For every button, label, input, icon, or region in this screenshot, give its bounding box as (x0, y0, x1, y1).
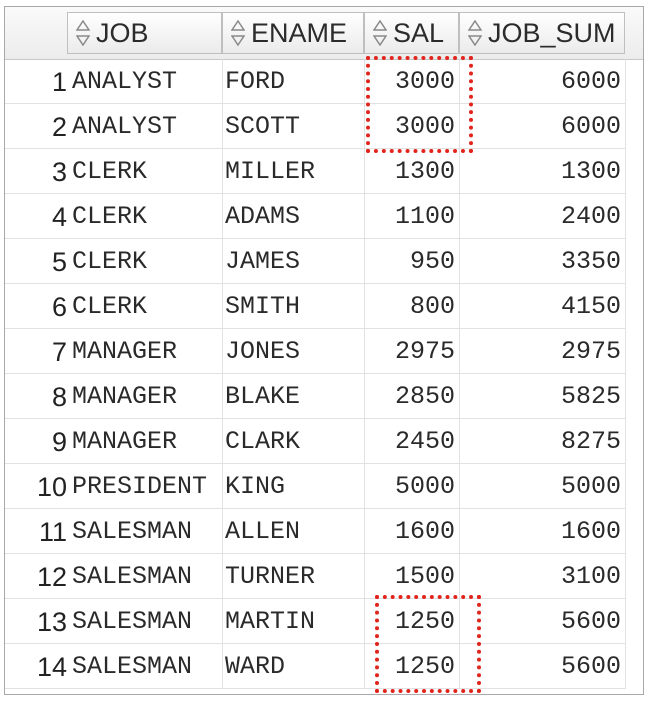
row-number: 13 (5, 599, 70, 644)
cell-ename[interactable]: MILLER (223, 149, 365, 194)
cell-job-sum[interactable]: 5600 (460, 644, 626, 689)
cell-job[interactable]: CLERK (70, 194, 223, 239)
cell-job-sum[interactable]: 5825 (460, 374, 626, 419)
cell-job[interactable]: CLERK (70, 149, 223, 194)
cell-job[interactable]: CLERK (70, 239, 223, 284)
table-row[interactable]: 7 MANAGER JONES 2975 2975 (5, 329, 626, 374)
cell-job-sum[interactable]: 6000 (460, 104, 626, 149)
table-row[interactable]: 2 ANALYST SCOTT 3000 6000 (5, 104, 626, 149)
cell-job[interactable]: SALESMAN (70, 509, 223, 554)
sort-arrows-icon[interactable] (373, 19, 387, 46)
row-number: 1 (5, 59, 70, 104)
row-number: 14 (5, 644, 70, 689)
cell-job[interactable]: SALESMAN (70, 554, 223, 599)
row-number: 3 (5, 149, 70, 194)
column-header-label: JOB (96, 18, 149, 48)
cell-job[interactable]: MANAGER (70, 419, 223, 464)
cell-ename[interactable]: SMITH (223, 284, 365, 329)
column-header-ename[interactable]: ENAME (222, 12, 364, 54)
column-header-sal[interactable]: SAL (364, 12, 459, 54)
sort-arrows-icon[interactable] (231, 19, 245, 46)
cell-job-sum[interactable]: 8275 (460, 419, 626, 464)
row-number: 2 (5, 104, 70, 149)
table-row[interactable]: 1 ANALYST FORD 3000 6000 (5, 59, 626, 104)
cell-job-sum[interactable]: 5600 (460, 599, 626, 644)
row-number: 10 (5, 464, 70, 509)
cell-sal[interactable]: 950 (365, 239, 460, 284)
row-number: 9 (5, 419, 70, 464)
cell-job[interactable]: SALESMAN (70, 599, 223, 644)
table-row[interactable]: 9 MANAGER CLARK 2450 8275 (5, 419, 626, 464)
cell-job-sum[interactable]: 5000 (460, 464, 626, 509)
cell-sal[interactable]: 1250 (365, 599, 460, 644)
cell-sal[interactable]: 2850 (365, 374, 460, 419)
cell-sal[interactable]: 800 (365, 284, 460, 329)
cell-sal[interactable]: 1500 (365, 554, 460, 599)
table-row[interactable]: 12 SALESMAN TURNER 1500 3100 (5, 554, 626, 599)
cell-job[interactable]: SALESMAN (70, 644, 223, 689)
cell-sal[interactable]: 5000 (365, 464, 460, 509)
cell-job[interactable]: PRESIDENT (70, 464, 223, 509)
cell-ename[interactable]: WARD (223, 644, 365, 689)
table-row[interactable]: 5 CLERK JAMES 950 3350 (5, 239, 626, 284)
cell-sal[interactable]: 1600 (365, 509, 460, 554)
sort-arrows-icon[interactable] (76, 19, 90, 46)
cell-job-sum[interactable]: 3350 (460, 239, 626, 284)
row-number: 6 (5, 284, 70, 329)
cell-job[interactable]: MANAGER (70, 374, 223, 419)
table-row[interactable]: 3 CLERK MILLER 1300 1300 (5, 149, 626, 194)
cell-job-sum[interactable]: 1600 (460, 509, 626, 554)
cell-sal[interactable]: 3000 (365, 104, 460, 149)
cell-ename[interactable]: FORD (223, 59, 365, 104)
result-grid: JOB ENAME SAL JOB_SUM 1 ANALYST FORD 300… (4, 6, 644, 695)
cell-job[interactable]: ANALYST (70, 104, 223, 149)
cell-ename[interactable]: MARTIN (223, 599, 365, 644)
table-row[interactable]: 6 CLERK SMITH 800 4150 (5, 284, 626, 329)
table-row[interactable]: 4 CLERK ADAMS 1100 2400 (5, 194, 626, 239)
cell-ename[interactable]: BLAKE (223, 374, 365, 419)
cell-ename[interactable]: SCOTT (223, 104, 365, 149)
cell-ename[interactable]: TURNER (223, 554, 365, 599)
column-header-job-sum[interactable]: JOB_SUM (459, 12, 625, 54)
cell-job-sum[interactable]: 3100 (460, 554, 626, 599)
sort-arrows-icon[interactable] (468, 19, 482, 46)
column-header-label: JOB_SUM (488, 18, 616, 48)
cell-job[interactable]: ANALYST (70, 59, 223, 104)
table-row[interactable]: 11 SALESMAN ALLEN 1600 1600 (5, 509, 626, 554)
column-header-label: SAL (393, 18, 445, 48)
grid-header: JOB ENAME SAL JOB_SUM (5, 7, 643, 60)
cell-ename[interactable]: JONES (223, 329, 365, 374)
cell-sal[interactable]: 1250 (365, 644, 460, 689)
cell-ename[interactable]: CLARK (223, 419, 365, 464)
cell-ename[interactable]: ALLEN (223, 509, 365, 554)
row-number: 11 (5, 509, 70, 554)
cell-job-sum[interactable]: 2975 (460, 329, 626, 374)
cell-sal[interactable]: 2450 (365, 419, 460, 464)
table-row[interactable]: 14 SALESMAN WARD 1250 5600 (5, 644, 626, 689)
cell-job[interactable]: CLERK (70, 284, 223, 329)
row-number: 12 (5, 554, 70, 599)
row-number: 8 (5, 374, 70, 419)
cell-job-sum[interactable]: 2400 (460, 194, 626, 239)
cell-job-sum[interactable]: 1300 (460, 149, 626, 194)
cell-ename[interactable]: KING (223, 464, 365, 509)
cell-sal[interactable]: 1100 (365, 194, 460, 239)
table-row[interactable]: 10 PRESIDENT KING 5000 5000 (5, 464, 626, 509)
cell-sal[interactable]: 3000 (365, 59, 460, 104)
cell-job[interactable]: MANAGER (70, 329, 223, 374)
cell-ename[interactable]: JAMES (223, 239, 365, 284)
table-row[interactable]: 13 SALESMAN MARTIN 1250 5600 (5, 599, 626, 644)
row-number: 7 (5, 329, 70, 374)
table-row[interactable]: 8 MANAGER BLAKE 2850 5825 (5, 374, 626, 419)
cell-sal[interactable]: 1300 (365, 149, 460, 194)
cell-job-sum[interactable]: 6000 (460, 59, 626, 104)
cell-job-sum[interactable]: 4150 (460, 284, 626, 329)
row-number: 4 (5, 194, 70, 239)
column-header-label: ENAME (251, 18, 348, 48)
column-header-job[interactable]: JOB (67, 12, 222, 54)
row-number: 5 (5, 239, 70, 284)
cell-sal[interactable]: 2975 (365, 329, 460, 374)
cell-ename[interactable]: ADAMS (223, 194, 365, 239)
